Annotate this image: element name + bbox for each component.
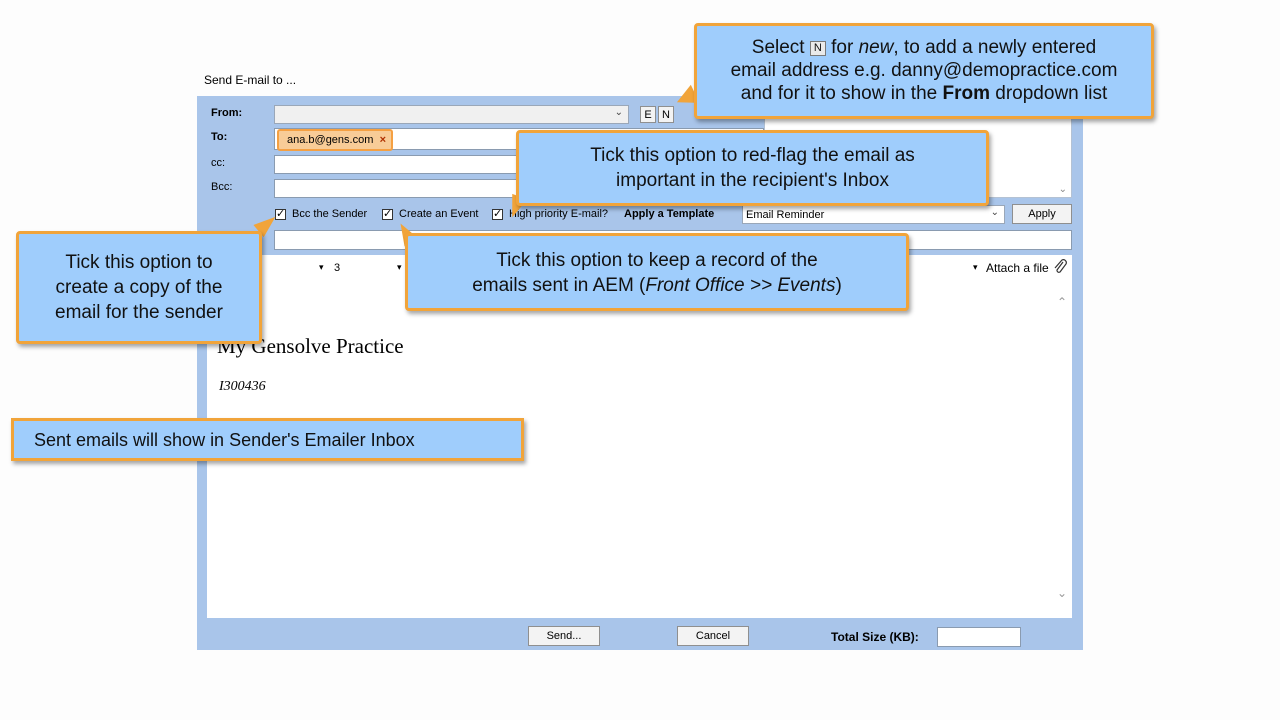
callout-text: ) bbox=[835, 275, 842, 296]
callout-red-flag: Tick this option to red-flag the email a… bbox=[516, 130, 989, 206]
send-button[interactable]: Send... bbox=[528, 626, 600, 646]
high-priority-label: High priority E-mail? bbox=[509, 208, 609, 220]
callout-line: Tick this option to keep a record of the bbox=[496, 250, 818, 271]
attach-dropdown-icon[interactable]: ▾ bbox=[973, 262, 978, 273]
cc-label: cc: bbox=[211, 157, 226, 169]
callout-line: Select N for new, to add a newly entered bbox=[697, 36, 1151, 59]
from-dropdown[interactable]: ⌄ bbox=[274, 105, 629, 124]
font-size-value[interactable]: 3 bbox=[334, 262, 340, 274]
create-event-label: Create an Event bbox=[399, 208, 479, 220]
reference-number: I300436 bbox=[219, 379, 266, 394]
paperclip-icon[interactable] bbox=[1052, 259, 1068, 278]
e-button[interactable]: E bbox=[640, 106, 656, 123]
from-label: From: bbox=[211, 107, 243, 119]
callout-line: important in the recipient's Inbox bbox=[616, 170, 889, 191]
callout-line: emails sent in AEM (Front Office >> Even… bbox=[408, 273, 906, 298]
callout-text: Select bbox=[751, 37, 805, 58]
callout-new-address: Select N for new, to add a newly entered… bbox=[694, 23, 1154, 119]
remove-recipient-icon[interactable]: × bbox=[380, 131, 386, 149]
apply-template-label: Apply a Template bbox=[624, 208, 715, 220]
total-size-field bbox=[937, 627, 1021, 647]
template-value: Email Reminder bbox=[746, 209, 825, 221]
apply-button[interactable]: Apply bbox=[1012, 204, 1072, 224]
recipient-chip[interactable]: ana.b@gens.com × bbox=[277, 129, 393, 151]
scroll-up-icon[interactable]: ⌃ bbox=[1057, 295, 1067, 309]
chevron-down-icon: ⌄ bbox=[990, 207, 999, 218]
callout-line: email address e.g. danny@demopractice.co… bbox=[730, 60, 1118, 81]
callout-line: create a copy of the bbox=[55, 277, 223, 298]
to-label: To: bbox=[211, 131, 228, 143]
create-event-checkbox[interactable]: ✓ bbox=[382, 209, 393, 220]
scroll-down-icon[interactable]: ⌄ bbox=[1059, 184, 1067, 195]
recipient-chip-label: ana.b@gens.com bbox=[287, 134, 374, 146]
callout-line: email for the sender bbox=[55, 302, 223, 323]
template-dropdown[interactable]: Email Reminder ⌄ bbox=[742, 205, 1005, 224]
callout-text: , to add a newly entered bbox=[893, 37, 1097, 58]
cancel-button[interactable]: Cancel bbox=[677, 626, 749, 646]
callout-line: Tick this option to bbox=[65, 252, 213, 273]
callout-text: for bbox=[831, 37, 854, 58]
callout-line: and for it to show in the From dropdown … bbox=[697, 82, 1151, 105]
callout-text: new bbox=[858, 37, 894, 58]
callout-sent-emails: Sent emails will show in Sender's Emaile… bbox=[11, 418, 524, 461]
callout-bcc-copy: Tick this option to create a copy of the… bbox=[16, 231, 262, 344]
callout-line: Tick this option to red-flag the email a… bbox=[590, 145, 915, 166]
n-button[interactable]: N bbox=[658, 106, 674, 123]
chevron-down-icon: ⌄ bbox=[614, 107, 623, 118]
callout-text: From bbox=[942, 83, 991, 104]
bcc-label: Bcc: bbox=[211, 181, 233, 193]
callout-text: and for it to show in the bbox=[740, 83, 938, 104]
high-priority-checkbox[interactable]: ✓ bbox=[492, 209, 503, 220]
n-key-icon: N bbox=[809, 41, 826, 56]
font-dropdown-icon[interactable]: ▾ bbox=[397, 262, 402, 273]
total-size-label: Total Size (KB): bbox=[831, 630, 919, 644]
callout-event-record: Tick this option to keep a record of the… bbox=[405, 233, 909, 311]
callout-text: emails sent in AEM ( bbox=[472, 275, 646, 296]
bcc-sender-label: Bcc the Sender bbox=[292, 208, 368, 220]
callout-text: Front Office >> Events bbox=[645, 275, 836, 296]
font-size-dropdown-icon[interactable]: ▾ bbox=[319, 262, 324, 273]
scroll-down-icon[interactable]: ⌄ bbox=[1057, 586, 1067, 600]
attach-file-label[interactable]: Attach a file bbox=[986, 261, 1049, 275]
window-title: Send E-mail to ... bbox=[204, 73, 297, 87]
callout-text: dropdown list bbox=[995, 83, 1108, 104]
